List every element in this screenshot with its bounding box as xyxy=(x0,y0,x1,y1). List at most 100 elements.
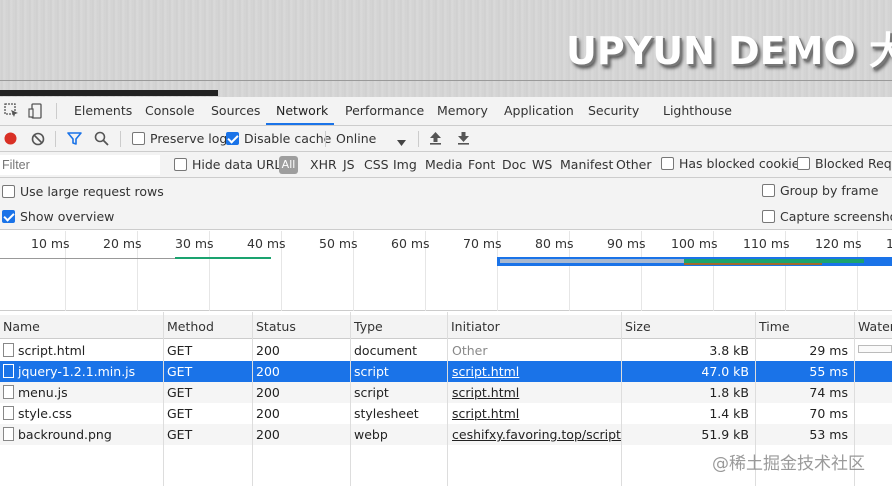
overview-activity-line xyxy=(175,257,271,259)
column-header-waterfall[interactable]: Waterf xyxy=(855,315,892,339)
tab-console[interactable]: Console xyxy=(145,97,195,125)
tab-security[interactable]: Security xyxy=(588,97,639,125)
network-settings: Use large request rows Group by frame Sh… xyxy=(0,178,892,230)
filter-type-other[interactable]: Other xyxy=(616,157,652,172)
filter-type-doc[interactable]: Doc xyxy=(502,157,526,172)
cell-time: 53 ms xyxy=(809,427,848,442)
group-by-frame-checkbox[interactable] xyxy=(762,184,775,197)
overview-activity-bar xyxy=(684,263,822,265)
show-overview-checkbox[interactable] xyxy=(2,210,15,223)
clear-icon[interactable] xyxy=(31,132,45,149)
column-divider[interactable] xyxy=(447,312,448,486)
export-har-icon[interactable] xyxy=(457,131,470,148)
cell-time: 74 ms xyxy=(809,385,848,400)
column-header-name[interactable]: Name xyxy=(0,315,40,339)
column-header-size[interactable]: Size xyxy=(622,315,651,339)
tab-sources[interactable]: Sources xyxy=(211,97,260,125)
large-rows-checkbox[interactable] xyxy=(2,185,15,198)
cell-size: 1.8 kB xyxy=(709,385,749,400)
import-har-icon[interactable] xyxy=(429,131,442,148)
timeline-tick-label: 70 ms xyxy=(463,236,502,251)
search-icon[interactable] xyxy=(94,131,109,149)
preserve-log-checkbox[interactable] xyxy=(132,132,145,145)
cell-method: GET xyxy=(167,343,193,358)
column-divider[interactable] xyxy=(350,312,351,486)
device-toolbar-icon[interactable] xyxy=(28,103,44,119)
initiator-link[interactable]: script.html xyxy=(449,382,621,403)
filter-type-js[interactable]: JS xyxy=(343,157,355,172)
cell-time: 55 ms xyxy=(809,364,848,379)
cell-type: script xyxy=(354,364,389,379)
tab-lighthouse[interactable]: Lighthouse xyxy=(663,97,732,125)
tab-memory[interactable]: Memory xyxy=(437,97,488,125)
cell-status: 200 xyxy=(256,364,280,379)
column-header-status[interactable]: Status xyxy=(253,315,296,339)
waterfall-bar xyxy=(858,345,892,353)
document-file-icon xyxy=(3,343,14,357)
column-header-initiator[interactable]: Initiator xyxy=(448,315,500,339)
script-file-icon xyxy=(3,385,14,399)
cell-status: 200 xyxy=(256,406,280,421)
cell-initiator: Other xyxy=(452,343,488,358)
filter-icon[interactable] xyxy=(67,131,82,149)
active-tab-indicator xyxy=(266,123,334,125)
initiator-link[interactable]: script.html xyxy=(449,361,621,382)
filter-input[interactable] xyxy=(0,155,160,175)
has-blocked-cookies-label: Has blocked cookies xyxy=(679,156,806,171)
cell-name: jquery-1.2.1.min.js xyxy=(18,364,136,379)
filter-type-manifest[interactable]: Manifest xyxy=(560,157,613,172)
filter-type-font[interactable]: Font xyxy=(468,157,495,172)
cell-status: 200 xyxy=(256,427,280,442)
filter-all-button[interactable]: All xyxy=(279,156,298,174)
filter-type-ws[interactable]: WS xyxy=(532,157,552,172)
throttling-select[interactable]: Online xyxy=(336,131,376,146)
column-header-type[interactable]: Type xyxy=(351,315,383,339)
preserve-log-label: Preserve log xyxy=(150,131,228,146)
table-row[interactable]: backround.png GET 200 webp ceshifxy.favo… xyxy=(0,424,892,445)
table-row[interactable]: script.html GET 200 document Other 3.8 k… xyxy=(0,340,892,361)
cell-method: GET xyxy=(167,406,193,421)
timeline-tick-label: 40 ms xyxy=(247,236,286,251)
cell-method: GET xyxy=(167,385,193,400)
column-header-time[interactable]: Time xyxy=(756,315,790,339)
record-icon[interactable] xyxy=(4,132,17,148)
table-row-selected[interactable]: jquery-1.2.1.min.js GET 200 script scrip… xyxy=(0,361,892,382)
filter-type-xhr[interactable]: XHR xyxy=(310,157,337,172)
disable-cache-checkbox[interactable] xyxy=(226,132,239,145)
has-blocked-cookies-checkbox[interactable] xyxy=(661,157,674,170)
timeline-tick-label: 20 ms xyxy=(103,236,142,251)
initiator-link[interactable]: script.html xyxy=(449,403,621,424)
hide-data-urls-checkbox[interactable] xyxy=(174,158,187,171)
network-toolbar: Preserve log Disable cache Online xyxy=(0,126,892,152)
column-divider[interactable] xyxy=(252,312,253,486)
tab-application[interactable]: Application xyxy=(504,97,574,125)
filter-type-media[interactable]: Media xyxy=(425,157,463,172)
column-divider[interactable] xyxy=(163,312,164,486)
chevron-down-icon[interactable] xyxy=(397,135,406,149)
table-row[interactable]: menu.js GET 200 script script.html 1.8 k… xyxy=(0,382,892,403)
stylesheet-file-icon xyxy=(3,406,14,420)
blocked-requests-checkbox[interactable] xyxy=(797,157,810,170)
filter-type-css[interactable]: CSS xyxy=(364,157,389,172)
cell-status: 200 xyxy=(256,343,280,358)
table-row[interactable]: style.css GET 200 stylesheet script.html… xyxy=(0,403,892,424)
column-divider[interactable] xyxy=(621,312,622,486)
filter-type-img[interactable]: Img xyxy=(393,157,417,172)
inspect-element-icon[interactable] xyxy=(4,103,20,119)
tab-elements[interactable]: Elements xyxy=(74,97,132,125)
capture-screenshots-checkbox[interactable] xyxy=(762,210,775,223)
tab-network[interactable]: Network xyxy=(276,97,328,125)
cell-status: 200 xyxy=(256,385,280,400)
timeline-overview[interactable]: 10 ms 20 ms 30 ms 40 ms 50 ms 60 ms 70 m… xyxy=(0,231,892,311)
cell-type: script xyxy=(354,385,389,400)
tabbar-separator xyxy=(56,103,57,119)
initiator-link[interactable]: ceshifxy.favoring.top/script/:-... xyxy=(449,424,621,445)
column-header-method[interactable]: Method xyxy=(164,315,214,339)
large-rows-label: Use large request rows xyxy=(20,184,164,199)
cell-method: GET xyxy=(167,427,193,442)
cell-method: GET xyxy=(167,364,193,379)
banner-title: UPYUN DEMO 大 xyxy=(566,29,892,73)
cell-size: 51.9 kB xyxy=(701,427,749,442)
timeline-tick-label: 110 ms xyxy=(743,236,790,251)
tab-performance[interactable]: Performance xyxy=(345,97,424,125)
